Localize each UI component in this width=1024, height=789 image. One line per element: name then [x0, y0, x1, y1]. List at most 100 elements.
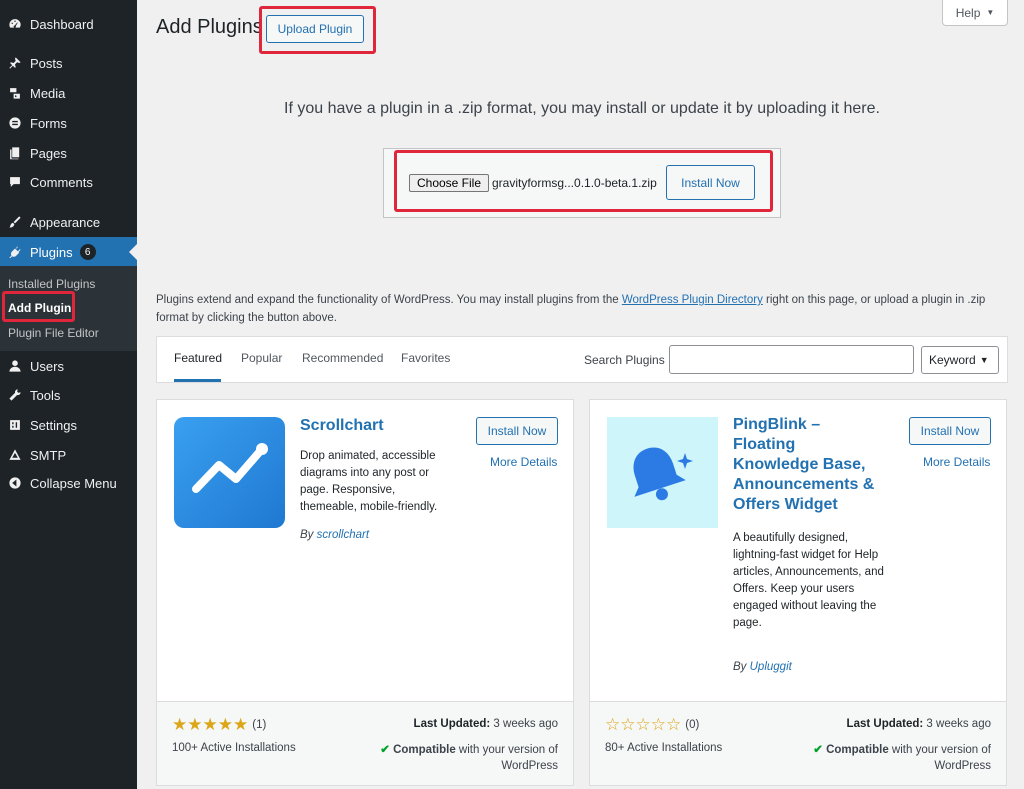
upload-instructions: If you have a plugin in a .zip format, y…: [284, 100, 880, 117]
sidebar-item-smtp[interactable]: SMTP: [0, 440, 137, 470]
checkmark-icon: ✔: [813, 744, 823, 756]
search-type-select[interactable]: Keyword ▼: [921, 346, 999, 374]
plugin-card-scrollchart: Scrollchart Drop animated, accessible di…: [156, 399, 574, 786]
sidebar-item-comments[interactable]: Comments: [0, 167, 137, 197]
choose-file-button[interactable]: Choose File: [409, 174, 489, 192]
plugin-author: By scrollchart: [300, 529, 369, 541]
star-rating: ★ ★ ★ ★ ★ (1): [172, 715, 266, 735]
author-prefix: By: [733, 661, 747, 673]
star-filled-icon: ★: [202, 715, 218, 734]
compatibility-status: ✔ Compatible with your version of WordPr…: [358, 742, 558, 774]
tab-featured[interactable]: Featured: [174, 351, 222, 365]
last-updated: Last Updated: 3 weeks ago: [847, 718, 991, 730]
submenu-installed-plugins[interactable]: Installed Plugins: [8, 277, 95, 291]
star-rating: ☆ ☆ ☆ ☆ ☆ (0): [605, 715, 699, 735]
sidebar-item-settings[interactable]: Settings: [0, 410, 137, 440]
star-empty-icon: ☆: [620, 715, 636, 734]
help-label: Help: [955, 5, 981, 20]
checkmark-icon: ✔: [380, 744, 390, 756]
active-tab-indicator: [174, 379, 221, 382]
install-now-button[interactable]: Install Now: [476, 417, 558, 445]
plugin-name-link[interactable]: PingBlink – Floating Knowledge Base, Ann…: [733, 415, 883, 515]
sidebar-item-label: Settings: [30, 417, 77, 433]
sidebar-item-appearance[interactable]: Appearance: [0, 207, 137, 237]
plugin-card-pingblink: PingBlink – Floating Knowledge Base, Ann…: [589, 399, 1007, 786]
submenu-add-plugin[interactable]: Add Plugin: [8, 301, 71, 315]
collapse-icon: [8, 476, 22, 490]
search-plugins-label: Search Plugins: [584, 353, 665, 367]
search-plugins-input[interactable]: [669, 345, 914, 374]
star-filled-icon: ★: [217, 715, 233, 734]
update-count-badge: 6: [79, 244, 96, 260]
sidebar-item-plugins[interactable]: Plugins 6: [0, 237, 137, 267]
admin-sidebar: Dashboard Posts Media Forms Pages Commen…: [0, 0, 137, 789]
tab-recommended[interactable]: Recommended: [302, 351, 383, 365]
sidebar-item-label: Media: [30, 85, 66, 101]
selected-file-name: gravityformsg...0.1.0-beta.1.zip: [492, 176, 657, 190]
pingblink-bell-icon[interactable]: [607, 417, 718, 528]
more-details-link[interactable]: More Details: [923, 455, 990, 469]
upload-plugin-button[interactable]: Upload Plugin: [266, 15, 364, 43]
sidebar-item-label: Forms: [30, 115, 67, 131]
star-empty-icon: ☆: [666, 715, 682, 734]
users-icon: [8, 359, 22, 373]
sidebar-item-label: Comments: [30, 174, 93, 190]
sidebar-item-media[interactable]: Media: [0, 78, 137, 108]
author-link[interactable]: Upluggit: [750, 661, 792, 673]
plugin-description: Drop animated, accessible diagrams into …: [300, 450, 438, 513]
last-updated-label: Last Updated:: [413, 718, 491, 730]
help-button[interactable]: Help ▼: [942, 0, 1008, 26]
last-updated: Last Updated: 3 weeks ago: [414, 718, 558, 730]
scrollchart-logo-icon[interactable]: [174, 417, 285, 528]
install-now-button[interactable]: Install Now: [666, 165, 755, 200]
media-icon: [8, 86, 22, 100]
more-details-link[interactable]: More Details: [490, 455, 557, 469]
description-text: Plugins extend and expand the functional…: [156, 294, 622, 306]
sidebar-item-dashboard[interactable]: Dashboard: [0, 9, 137, 39]
rating-count[interactable]: (0): [685, 719, 699, 731]
star-empty-icon: ☆: [635, 715, 651, 734]
star-empty-icon: ☆: [650, 715, 666, 734]
sidebar-item-label: Pages: [30, 145, 67, 161]
collapse-menu-button[interactable]: Collapse Menu: [0, 468, 137, 498]
compatibility-text: with your version of WordPress: [458, 744, 558, 772]
star-filled-icon: ★: [172, 715, 188, 734]
active-installations: 100+ Active Installations: [172, 742, 296, 754]
star-filled-icon: ★: [233, 715, 249, 734]
compatible-label: Compatible: [393, 744, 456, 756]
compatible-label: Compatible: [826, 744, 889, 756]
sidebar-item-tools[interactable]: Tools: [0, 380, 137, 410]
plugin-directory-link[interactable]: WordPress Plugin Directory: [622, 294, 763, 306]
author-link[interactable]: scrollchart: [317, 529, 369, 541]
plugin-card-footer: ★ ★ ★ ★ ★ (1) 100+ Active Installations …: [157, 701, 573, 785]
page-title: Add Plugins: [156, 16, 263, 38]
sidebar-item-pages[interactable]: Pages: [0, 138, 137, 168]
smtp-icon: [8, 448, 22, 462]
plugin-author: By Upluggit: [733, 661, 792, 673]
tab-favorites[interactable]: Favorites: [401, 351, 450, 365]
plug-icon: [8, 245, 22, 259]
rating-count[interactable]: (1): [252, 719, 266, 731]
author-prefix: By: [300, 529, 314, 541]
comments-icon: [8, 175, 22, 189]
active-installations: 80+ Active Installations: [605, 742, 723, 754]
pages-icon: [8, 146, 22, 160]
submenu-plugin-file-editor[interactable]: Plugin File Editor: [8, 326, 99, 340]
plugin-name-link[interactable]: Scrollchart: [300, 416, 450, 436]
dashboard-icon: [8, 17, 22, 31]
sidebar-item-forms[interactable]: Forms: [0, 108, 137, 138]
sidebar-item-label: Collapse Menu: [30, 475, 117, 491]
sidebar-item-posts[interactable]: Posts: [0, 48, 137, 78]
sidebar-item-users[interactable]: Users: [0, 351, 137, 381]
caret-down-icon: ▼: [986, 8, 995, 17]
last-updated-value: 3 weeks ago: [493, 718, 558, 730]
tab-popular[interactable]: Popular: [241, 351, 282, 365]
install-now-button[interactable]: Install Now: [909, 417, 991, 445]
chevron-down-icon: ▼: [979, 355, 989, 365]
sidebar-item-label: SMTP: [30, 447, 67, 463]
pin-icon: [8, 56, 22, 70]
brush-icon: [8, 215, 22, 229]
search-type-value: Keyword: [929, 353, 976, 367]
settings-icon: [8, 418, 22, 432]
wrench-icon: [8, 388, 22, 402]
